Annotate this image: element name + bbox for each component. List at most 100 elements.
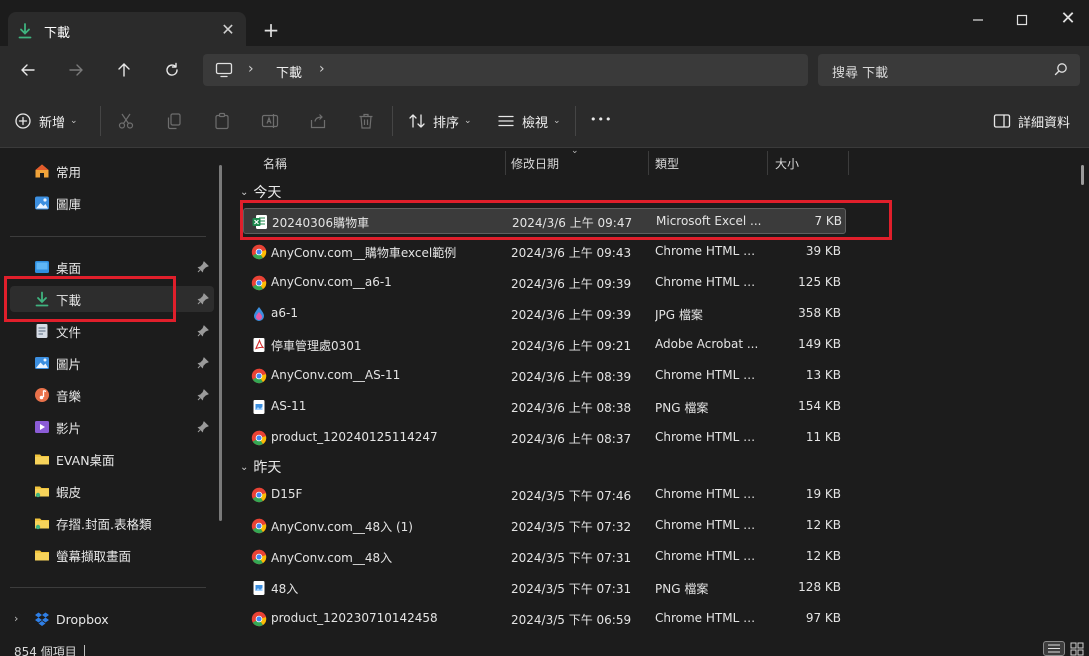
file-type: JPG 檔案 (655, 308, 703, 322)
delete-icon[interactable] (357, 112, 375, 130)
pin-icon[interactable] (197, 261, 209, 273)
copy-icon[interactable] (165, 112, 183, 130)
sidebar-item-pictures[interactable]: 圖片 (34, 353, 81, 373)
column-header-type[interactable]: 類型 (655, 155, 679, 172)
sidebar-item-label: Dropbox (56, 611, 109, 627)
sidebar-item-videos[interactable]: 影片 (34, 417, 81, 437)
file-row[interactable]: D15F 2024/3/5 下午 07:46 Chrome HTML D... 19 … (243, 482, 846, 508)
back-button[interactable] (14, 56, 42, 84)
sort-button[interactable]: 排序 ⌄ (408, 110, 472, 132)
column-header-size[interactable]: 大小 (775, 155, 799, 172)
file-modified-date: 2024/3/6 上午 08:37 (511, 432, 632, 446)
file-modified-date: 2024/3/5 下午 07:46 (511, 489, 632, 503)
divider (392, 106, 393, 136)
chrome-icon (251, 368, 267, 384)
tiles-view-icon[interactable] (1069, 641, 1085, 656)
download-icon (18, 23, 32, 39)
file-modified-date: 2024/3/5 下午 06:59 (511, 613, 632, 627)
sidebar-scrollbar[interactable] (219, 165, 222, 521)
column-header-name[interactable]: 名稱 (263, 155, 287, 172)
share-icon[interactable] (309, 112, 327, 130)
details-pane-button[interactable]: 詳細資料 (993, 111, 1070, 131)
more-options-icon[interactable]: ••• (590, 113, 612, 126)
paste-icon[interactable] (213, 112, 231, 130)
pin-icon[interactable] (197, 325, 209, 337)
rename-icon[interactable] (261, 112, 279, 130)
column-divider[interactable] (648, 151, 649, 175)
file-modified-date: 2024/3/6 上午 08:39 (511, 370, 632, 384)
group-header-today[interactable]: ⌄ 今天 (240, 182, 281, 202)
file-name: a6-1 (271, 306, 298, 320)
view-button[interactable]: 檢視 ⌄ (497, 110, 561, 132)
chevron-down-icon: ⌄ (240, 461, 249, 473)
home-icon (35, 164, 49, 178)
sidebar-item-gallery[interactable]: 圖庫 (34, 193, 81, 213)
address-segment-downloads[interactable]: 下載 (276, 62, 302, 81)
group-header-yesterday[interactable]: ⌄ 昨天 (240, 457, 281, 477)
sidebar-item-documents[interactable]: 文件 (34, 321, 81, 341)
address-chevron-icon[interactable]: › (319, 61, 325, 77)
file-row[interactable]: AnyConv.com__48入 (1) 2024/3/5 下午 07:32 Chr… (243, 513, 846, 539)
address-chevron-icon[interactable]: › (248, 61, 254, 77)
pdf-icon (253, 338, 265, 352)
folder-icon (35, 454, 49, 465)
maximize-icon[interactable] (1012, 10, 1032, 30)
file-type: Chrome HTML D... (655, 518, 763, 532)
expand-chevron-icon[interactable]: › (14, 612, 18, 625)
sidebar-item-folder[interactable]: 螢幕擷取畫面 (34, 545, 131, 565)
pin-icon[interactable] (197, 389, 209, 401)
sidebar-item-music[interactable]: 音樂 (34, 385, 81, 405)
chrome-icon (251, 518, 267, 534)
sidebar-item-home[interactable]: 常用 (34, 161, 81, 181)
sidebar-item-label: 螢幕擷取畫面 (56, 548, 132, 564)
status-bar (0, 640, 1089, 656)
close-window-icon[interactable]: ✕ (1058, 8, 1078, 29)
file-size: 19 KB (805, 487, 841, 501)
file-type: Chrome HTML D... (655, 549, 763, 563)
minimize-icon[interactable] (968, 10, 988, 30)
file-row[interactable]: AnyConv.com__a6-1 2024/3/6 上午 09:39 Chrome… (243, 270, 846, 296)
group-label: 昨天 (253, 460, 282, 476)
plus-circle-icon (15, 113, 31, 129)
file-type: Chrome HTML D... (655, 487, 763, 501)
monitor-icon[interactable] (215, 62, 233, 78)
file-row[interactable]: AnyConv.com__48入 2024/3/5 下午 07:31 Chrome … (243, 544, 846, 570)
column-divider[interactable] (505, 151, 506, 175)
file-list-scrollbar[interactable] (1081, 165, 1084, 185)
file-row[interactable]: 48入 2024/3/5 下午 07:31 PNG 檔案 128 KB (243, 575, 846, 601)
up-button[interactable] (110, 56, 138, 84)
pin-icon[interactable] (197, 293, 209, 305)
file-modified-date: 2024/3/5 下午 07:32 (511, 520, 632, 534)
file-row[interactable]: AS-11 2024/3/6 上午 08:38 PNG 檔案 154 KB (243, 394, 846, 420)
file-size: 358 KB (798, 306, 841, 320)
column-divider[interactable] (767, 151, 768, 175)
pin-icon[interactable] (197, 421, 209, 433)
column-header-modified[interactable]: 修改日期 (511, 155, 559, 172)
file-row[interactable]: a6-1 2024/3/6 上午 09:39 JPG 檔案 358 KB (243, 301, 846, 327)
search-icon[interactable] (1054, 62, 1068, 76)
new-button[interactable]: 新增 ⌄ (14, 110, 78, 132)
column-divider[interactable] (848, 151, 849, 175)
folder-icon (35, 550, 49, 561)
file-row[interactable]: 停車管理處0301 2024/3/6 上午 09:21 Adobe Acrobat … (243, 332, 846, 358)
sidebar-item-folder[interactable]: EVAN桌面 (34, 449, 115, 469)
sidebar-item-desktop[interactable]: 桌面 (34, 257, 81, 277)
file-row[interactable]: product_120230710142458 2024/3/5 下午 06:59… (243, 606, 846, 632)
details-view-button[interactable] (1043, 641, 1065, 656)
file-row[interactable]: AnyConv.com__AS-11 2024/3/6 上午 08:39 Chrom… (243, 363, 846, 389)
pin-icon[interactable] (197, 357, 209, 369)
forward-button[interactable] (62, 56, 90, 84)
file-name: AnyConv.com__AS-11 (271, 368, 401, 382)
close-tab-icon[interactable]: ✕ (219, 20, 237, 39)
sidebar-item-folder[interactable]: 蝦皮 (34, 481, 81, 501)
new-tab-button[interactable]: + (262, 18, 280, 42)
file-row[interactable]: product_120240125114247 2024/3/6 上午 08:37… (243, 425, 846, 451)
file-row[interactable]: AnyConv.com__購物車excel範例 2024/3/6 上午 09:43… (243, 239, 846, 265)
folder-icon (35, 486, 49, 498)
search-input[interactable]: 搜尋 下載 (832, 62, 888, 81)
sidebar-item-dropbox[interactable]: Dropbox (34, 609, 109, 629)
sidebar-item-folder[interactable]: 存摺.封面.表格類 (34, 513, 151, 533)
file-size: 97 KB (805, 611, 841, 625)
refresh-button[interactable] (158, 56, 186, 84)
cut-icon[interactable] (117, 112, 135, 130)
